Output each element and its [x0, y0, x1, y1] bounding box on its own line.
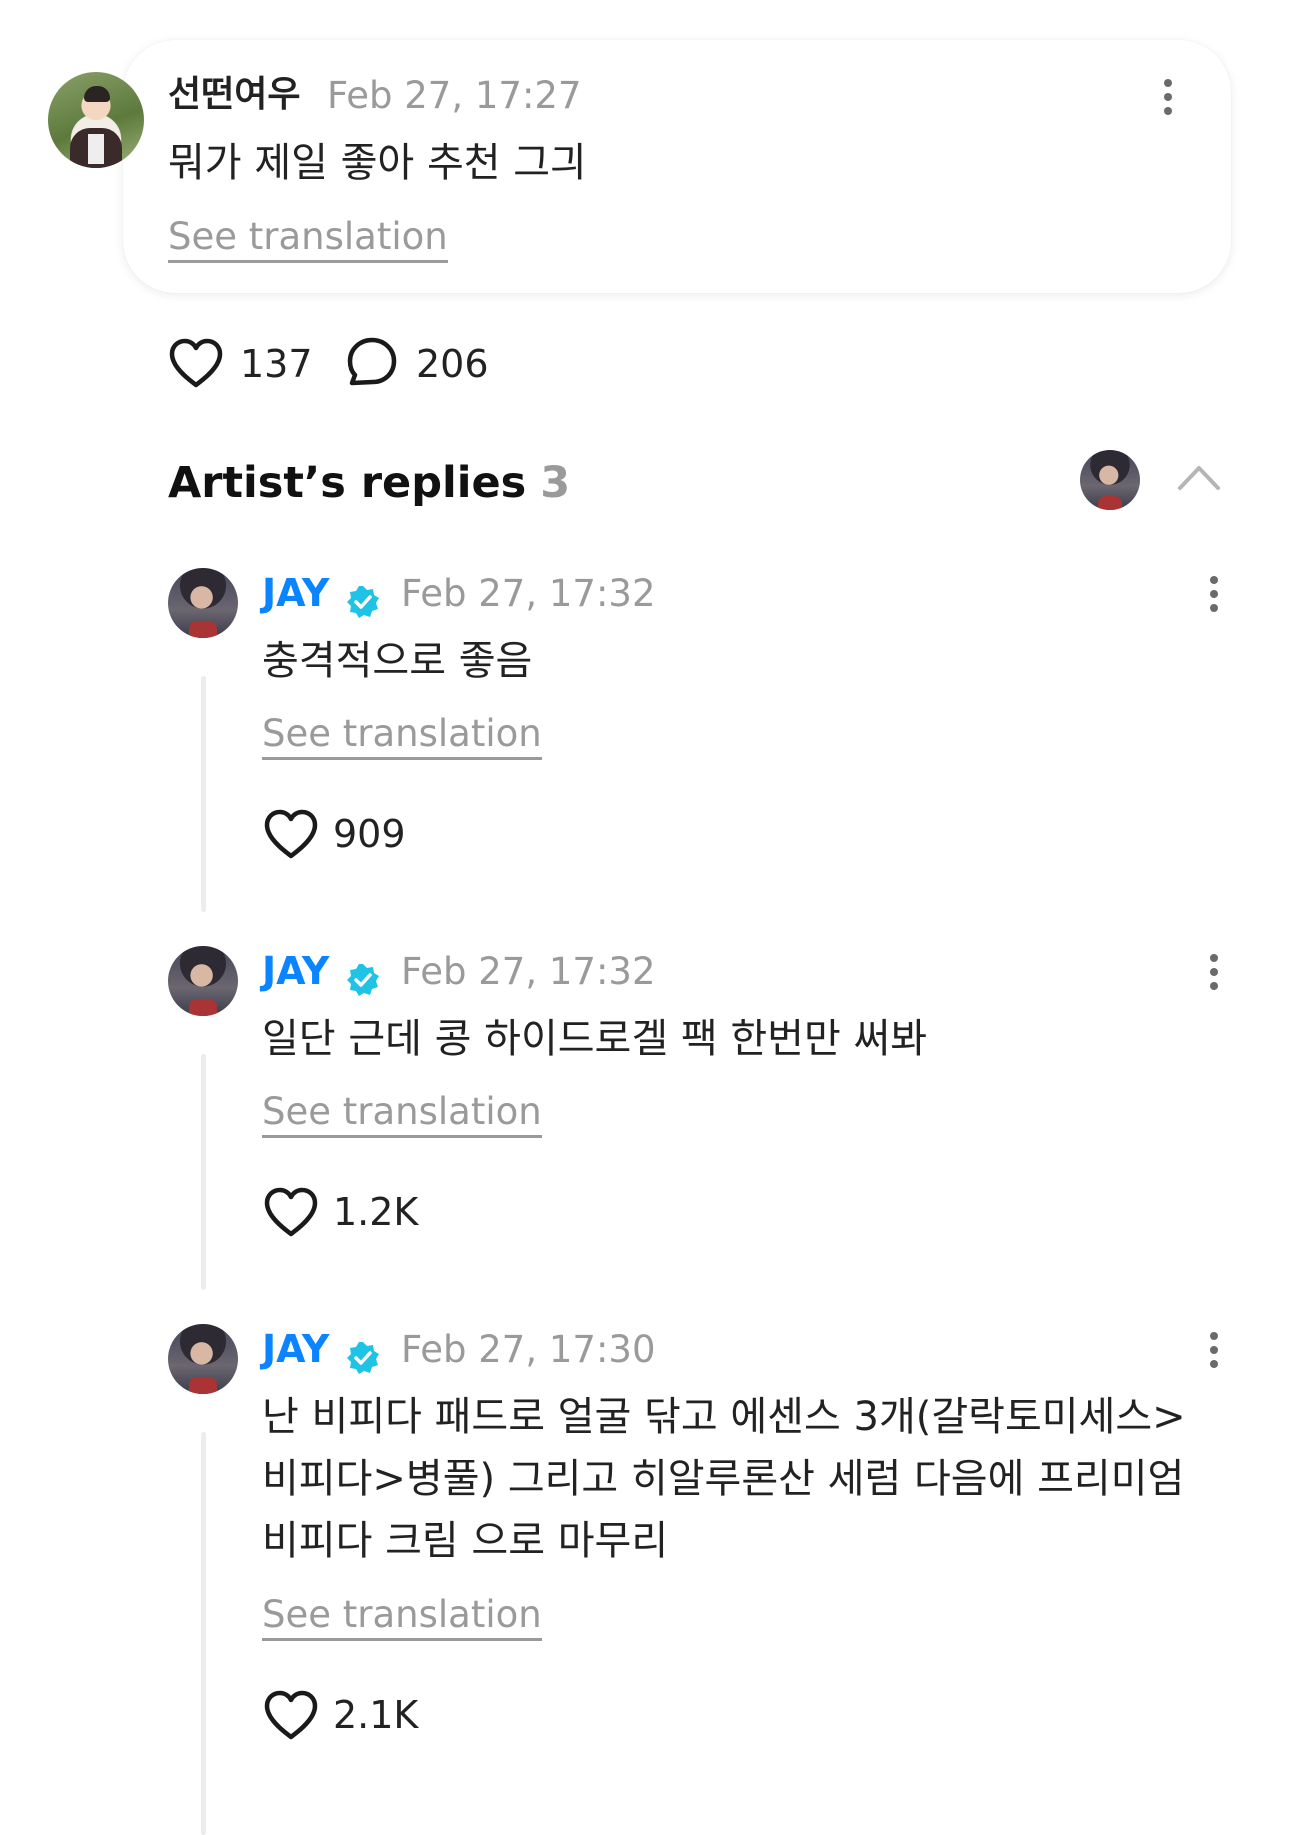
heart-icon: [264, 1690, 318, 1740]
fan-reply-count: 206: [416, 342, 489, 386]
reply-avatar[interactable]: [168, 946, 238, 1016]
reply-timestamp: Feb 27, 17:30: [401, 1328, 656, 1371]
thread-line: [201, 1054, 206, 1290]
fan-author-name[interactable]: 선떤여우: [168, 73, 300, 117]
reply-like-button[interactable]: [263, 1690, 319, 1742]
comment-bubble-icon: [347, 337, 397, 386]
reply-like-count: 2.1K: [333, 1693, 419, 1737]
reply-text-line: 난 비피다 패드로 얼굴 닦고 에센스 3개(갈락토미세스>: [262, 1394, 1186, 1440]
reply-timestamp: Feb 27, 17:32: [401, 572, 656, 615]
artist-avatar-small[interactable]: [1080, 450, 1140, 510]
reply-like-button[interactable]: [263, 809, 319, 861]
fan-see-translation-link[interactable]: See translation: [168, 215, 448, 263]
reply-avatar[interactable]: [168, 1324, 238, 1394]
verified-badge-icon: [346, 585, 379, 618]
verified-badge-icon: [346, 1341, 379, 1374]
reply-author-row: JAY: [262, 570, 381, 618]
reply-more-icon[interactable]: [1210, 576, 1218, 618]
heart-icon: [264, 1187, 318, 1237]
reply-text: 충격적으로 좋음: [262, 638, 533, 684]
reply-author-name[interactable]: JAY: [262, 949, 329, 993]
reply-see-translation-link[interactable]: See translation: [262, 1593, 542, 1641]
thread-line: [201, 676, 206, 912]
reply-text-line: 비피다 크림 으로 마무리: [262, 1518, 669, 1564]
reply-like-button[interactable]: [263, 1187, 319, 1239]
artist-replies-heading: Artist’s replies 3: [168, 457, 570, 509]
reply-see-translation-link[interactable]: See translation: [262, 1090, 542, 1138]
artist-replies-count: 3: [540, 458, 571, 508]
collapse-replies-button[interactable]: [1176, 462, 1222, 492]
fan-reply-button[interactable]: [346, 336, 398, 388]
verified-badge-icon: [346, 963, 379, 996]
reply-author-row: JAY: [262, 1326, 381, 1374]
reply-author-name[interactable]: JAY: [262, 1327, 329, 1371]
reply-see-translation-link[interactable]: See translation: [262, 712, 542, 760]
fan-comment-text: 뭐가 제일 좋아 추천 그긔: [168, 140, 587, 186]
chevron-up-icon: [1178, 466, 1220, 490]
heart-icon: [264, 809, 318, 859]
reply-more-icon[interactable]: [1210, 954, 1218, 996]
fan-comment-more-icon[interactable]: [1164, 79, 1172, 121]
fan-like-count: 137: [240, 342, 313, 386]
reply-more-icon[interactable]: [1210, 1332, 1218, 1374]
heart-icon: [169, 338, 223, 388]
reply-author-row: JAY: [262, 948, 381, 996]
reply-like-count: 909: [333, 812, 406, 856]
fan-avatar[interactable]: [48, 72, 144, 168]
thread-line: [201, 1432, 206, 1835]
reply-text-line: 비피다>병풀) 그리고 히알루론산 세럼 다음에 프리미엄: [262, 1456, 1185, 1502]
reply-avatar[interactable]: [168, 568, 238, 638]
fan-like-button[interactable]: [168, 338, 224, 390]
fan-timestamp: Feb 27, 17:27: [327, 74, 582, 117]
artist-replies-title: Artist’s replies: [168, 458, 527, 508]
reply-timestamp: Feb 27, 17:32: [401, 950, 656, 993]
reply-like-count: 1.2K: [333, 1190, 419, 1234]
reply-author-name[interactable]: JAY: [262, 571, 329, 615]
reply-text: 일단 근데 콩 하이드로겔 팩 한번만 써봐: [262, 1016, 928, 1062]
